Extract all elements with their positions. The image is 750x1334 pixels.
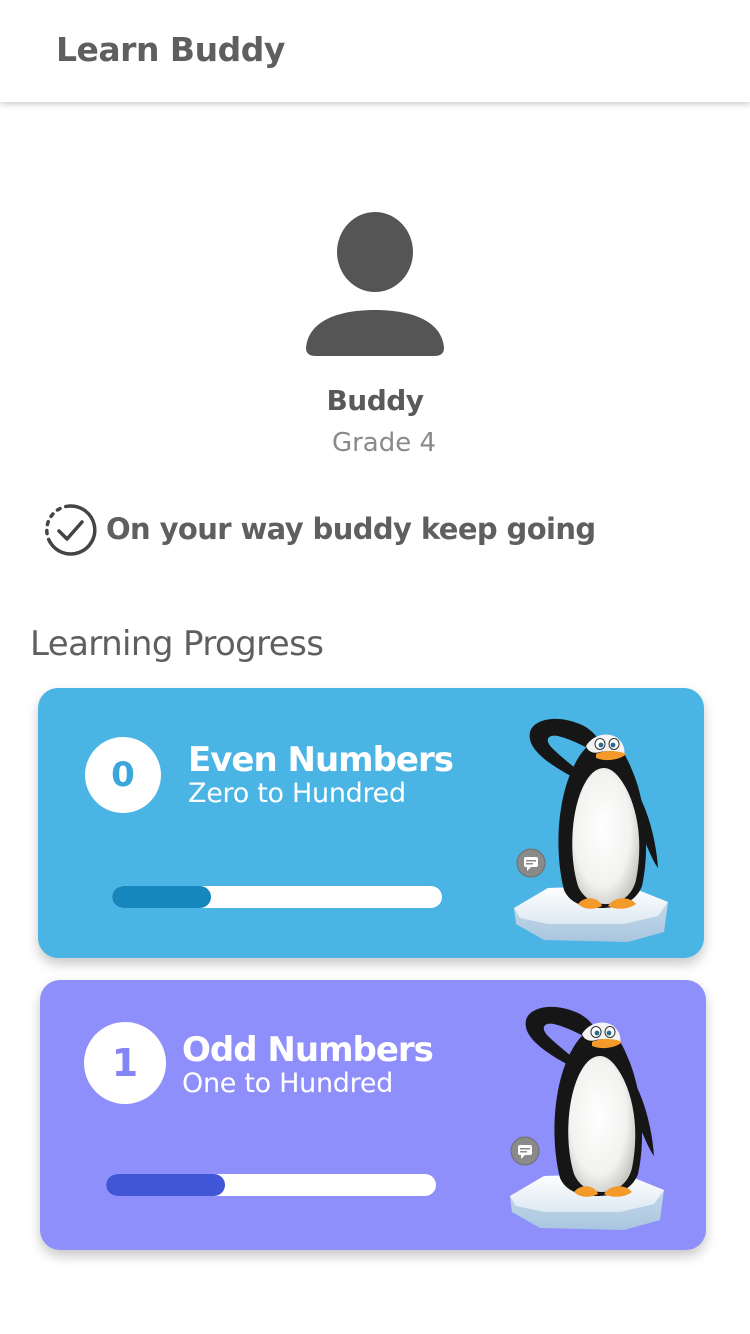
app-bar: Learn Buddy	[0, 0, 750, 102]
lesson-title: Odd Numbers	[182, 1030, 434, 1070]
penguin-on-ice-illustration	[504, 998, 680, 1240]
status-text: On your way buddy keep going	[106, 512, 596, 546]
lesson-progress-bar	[112, 886, 442, 908]
lesson-number-badge: 0	[85, 737, 161, 813]
lesson-number-badge: 1	[84, 1022, 166, 1104]
lesson-progress-fill	[112, 886, 211, 908]
progress-check-icon	[42, 502, 98, 558]
lesson-progress-bar	[106, 1174, 436, 1196]
penguin-on-ice-illustration	[508, 710, 684, 952]
chat-bubble-icon[interactable]	[516, 848, 546, 878]
profile-name: Buddy	[326, 384, 424, 417]
app-title: Learn Buddy	[56, 30, 285, 69]
lesson-title: Even Numbers	[188, 740, 454, 780]
profile-grade: Grade 4	[331, 428, 437, 458]
chat-bubble-icon[interactable]	[510, 1136, 540, 1166]
lesson-subtitle: Zero to Hundred	[188, 778, 406, 809]
lesson-card-odd-numbers[interactable]: 1 Odd Numbers One to Hundred	[40, 980, 706, 1250]
lesson-progress-fill	[106, 1174, 225, 1196]
lesson-subtitle: One to Hundred	[182, 1068, 393, 1099]
section-title: Learning Progress	[30, 624, 324, 664]
person-icon	[302, 206, 448, 360]
lesson-card-even-numbers[interactable]: 0 Even Numbers Zero to Hundred	[38, 688, 704, 958]
